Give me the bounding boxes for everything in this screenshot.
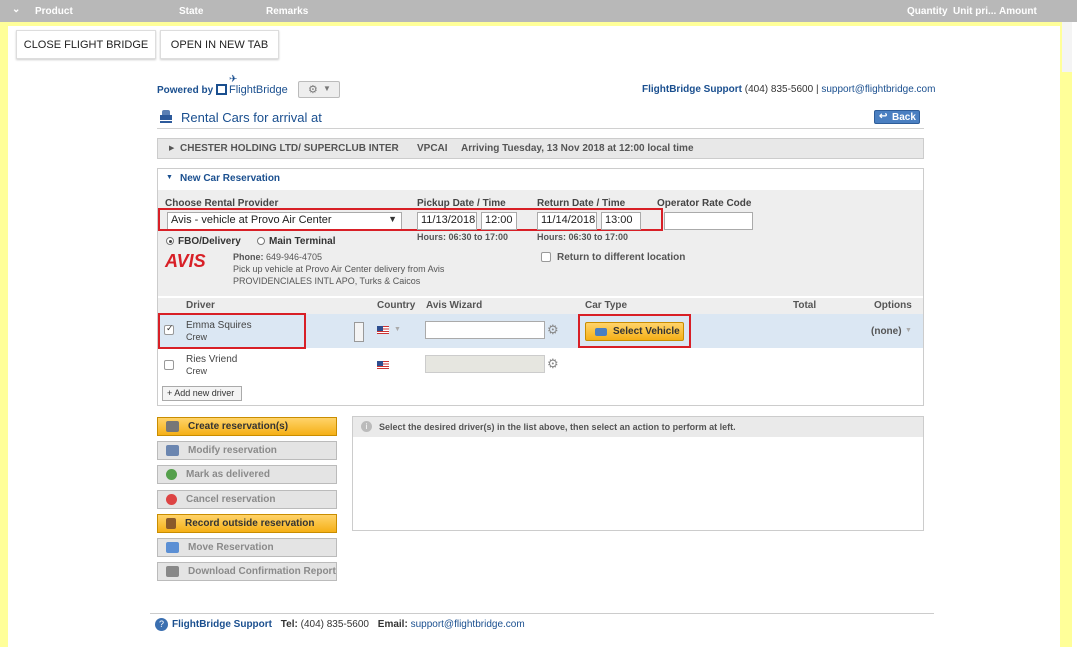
modify-reservation-button[interactable]: Modify reservation: [157, 441, 337, 460]
support-email-link[interactable]: support@flightbridge.com: [821, 84, 935, 95]
logo-text: FlightBridge: [229, 84, 288, 96]
terminal-label: Main Terminal: [269, 236, 336, 247]
pickup-hours: Hours: 06:30 to 17:00: [417, 232, 509, 242]
triangle-down-icon: ▼: [166, 174, 173, 181]
return-hours: Hours: 06:30 to 17:00: [537, 232, 629, 242]
triangle-right-icon: ▶: [169, 145, 175, 152]
gear-icon[interactable]: ⚙: [547, 356, 559, 372]
terminal-radio[interactable]: [257, 237, 265, 245]
column-state[interactable]: State: [179, 6, 203, 17]
check-circle-icon: [166, 469, 177, 480]
cancel-reservation-button[interactable]: Cancel reservation: [157, 490, 337, 509]
car-icon: [160, 110, 172, 123]
pickup-label: Pickup Date / Time: [417, 198, 506, 209]
pickup-date-input[interactable]: 11/13/2018: [417, 212, 477, 230]
return-time-input[interactable]: 13:00: [601, 212, 641, 230]
drivers-table-header: Driver Country Avis Wizard Car Type Tota…: [158, 298, 923, 314]
driver-name: Ries Vriend: [186, 354, 238, 365]
options-select[interactable]: (none): [871, 326, 902, 337]
rate-code-input[interactable]: [664, 212, 753, 230]
car-icon: [166, 421, 179, 432]
flightbridge-logo: ✈ FlightBridge: [216, 74, 292, 96]
fbo-radio[interactable]: [166, 237, 174, 245]
gear-icon[interactable]: ⚙: [547, 322, 559, 338]
scrollbar[interactable]: [1062, 22, 1072, 72]
footer-phone: (404) 835-5600: [300, 619, 369, 630]
flight-code: VPCAI: [417, 143, 448, 154]
arrow-right-icon: [166, 542, 179, 553]
mark-delivered-button[interactable]: Mark as delivered: [157, 465, 337, 484]
location-note: PROVIDENCIALES INTL APO, Turks & Caicos: [233, 276, 421, 286]
settings-dropdown[interactable]: ⚙ ▼: [298, 81, 340, 98]
caret-down-icon: ▼: [323, 84, 331, 93]
record-outside-reservation-button[interactable]: Record outside reservation: [157, 514, 337, 533]
support-line: FlightBridge Support (404) 835-5600 | su…: [642, 84, 935, 95]
footer-support-name[interactable]: FlightBridge Support: [172, 619, 272, 630]
move-reservation-button[interactable]: Move Reservation: [157, 538, 337, 557]
column-remarks[interactable]: Remarks: [266, 6, 308, 17]
fbo-label: FBO/Delivery: [178, 236, 241, 247]
section-title: New Car Reservation: [180, 173, 281, 184]
create-reservation-button[interactable]: Create reservation(s): [157, 417, 337, 436]
logo-box-icon: [216, 84, 227, 95]
avis-logo: AVIS: [165, 251, 206, 271]
column-unit-price[interactable]: Unit pri...: [953, 6, 996, 17]
flight-info-bar[interactable]: ▶ CHESTER HOLDING LTD/ SUPERCLUB INTER V…: [157, 138, 924, 159]
back-arrow-icon: ↩: [879, 111, 888, 122]
highlight-driver: [158, 313, 306, 349]
support-phone: (404) 835-5600: [744, 84, 814, 95]
support-separator: |: [815, 84, 819, 95]
return-label: Return Date / Time: [537, 198, 626, 209]
powered-by-label: Powered by: [157, 85, 214, 96]
document-icon[interactable]: [354, 322, 364, 342]
us-flag-icon: [377, 326, 389, 334]
help-icon: ?: [155, 618, 168, 631]
download-report-button[interactable]: Download Confirmation Report: [157, 562, 337, 581]
info-panel-header: i Select the desired driver(s) in the li…: [353, 417, 923, 437]
driver-checkbox[interactable]: [164, 360, 174, 370]
grid-header: ⌄ Product State Remarks Quantity Unit pr…: [0, 0, 1077, 22]
column-product[interactable]: Product: [35, 6, 73, 17]
wizard-input: [425, 355, 545, 373]
back-button[interactable]: ↩ Back: [874, 110, 920, 124]
column-quantity[interactable]: Quantity: [907, 6, 948, 17]
footer-divider: [150, 613, 934, 614]
flight-company: CHESTER HOLDING LTD/ SUPERCLUB INTER: [180, 143, 399, 154]
return-diff-label: Return to different location: [557, 252, 686, 263]
gear-icon: ⚙: [308, 84, 318, 96]
pickup-time-input[interactable]: 12:00: [481, 212, 517, 230]
info-message: Select the desired driver(s) in the list…: [379, 422, 736, 432]
page-title: Rental Cars for arrival at: [181, 110, 322, 125]
wizard-input[interactable]: [425, 321, 545, 339]
chevron-down-icon[interactable]: ⌄: [12, 4, 20, 15]
support-name-link[interactable]: FlightBridge Support: [642, 84, 742, 95]
return-date-input[interactable]: 11/14/2018: [537, 212, 597, 230]
pickup-note: Pick up vehicle at Provo Air Center deli…: [233, 264, 445, 274]
us-flag-icon: [377, 361, 389, 369]
caret-down-icon[interactable]: ▼: [394, 326, 401, 333]
footer-email-link[interactable]: support@flightbridge.com: [411, 619, 525, 630]
rate-code-label: Operator Rate Code: [657, 198, 752, 209]
car-edit-icon: [166, 445, 179, 456]
column-amount[interactable]: Amount: [999, 6, 1037, 17]
info-icon: i: [361, 421, 372, 432]
highlight-select-vehicle: [578, 314, 691, 348]
reservation-header[interactable]: ▼ New Car Reservation: [158, 169, 923, 189]
divider: [157, 128, 924, 129]
printer-icon: [166, 566, 179, 577]
document-icon: [166, 518, 176, 529]
flight-arrival: Arriving Tuesday, 13 Nov 2018 at 12:00 l…: [461, 143, 694, 154]
open-new-tab-button[interactable]: OPEN IN NEW TAB: [160, 30, 279, 59]
caret-down-icon[interactable]: ▼: [905, 327, 912, 334]
footer-support: FlightBridge Support Tel: (404) 835-5600…: [172, 619, 525, 630]
return-diff-checkbox[interactable]: [541, 252, 551, 262]
close-flight-bridge-button[interactable]: CLOSE FLIGHT BRIDGE: [16, 30, 156, 59]
cancel-icon: [166, 494, 177, 505]
driver-role: Crew: [186, 366, 208, 376]
add-driver-button[interactable]: + Add new driver: [162, 386, 242, 401]
vendor-phone: Phone: 649-946-4705: [233, 252, 323, 262]
